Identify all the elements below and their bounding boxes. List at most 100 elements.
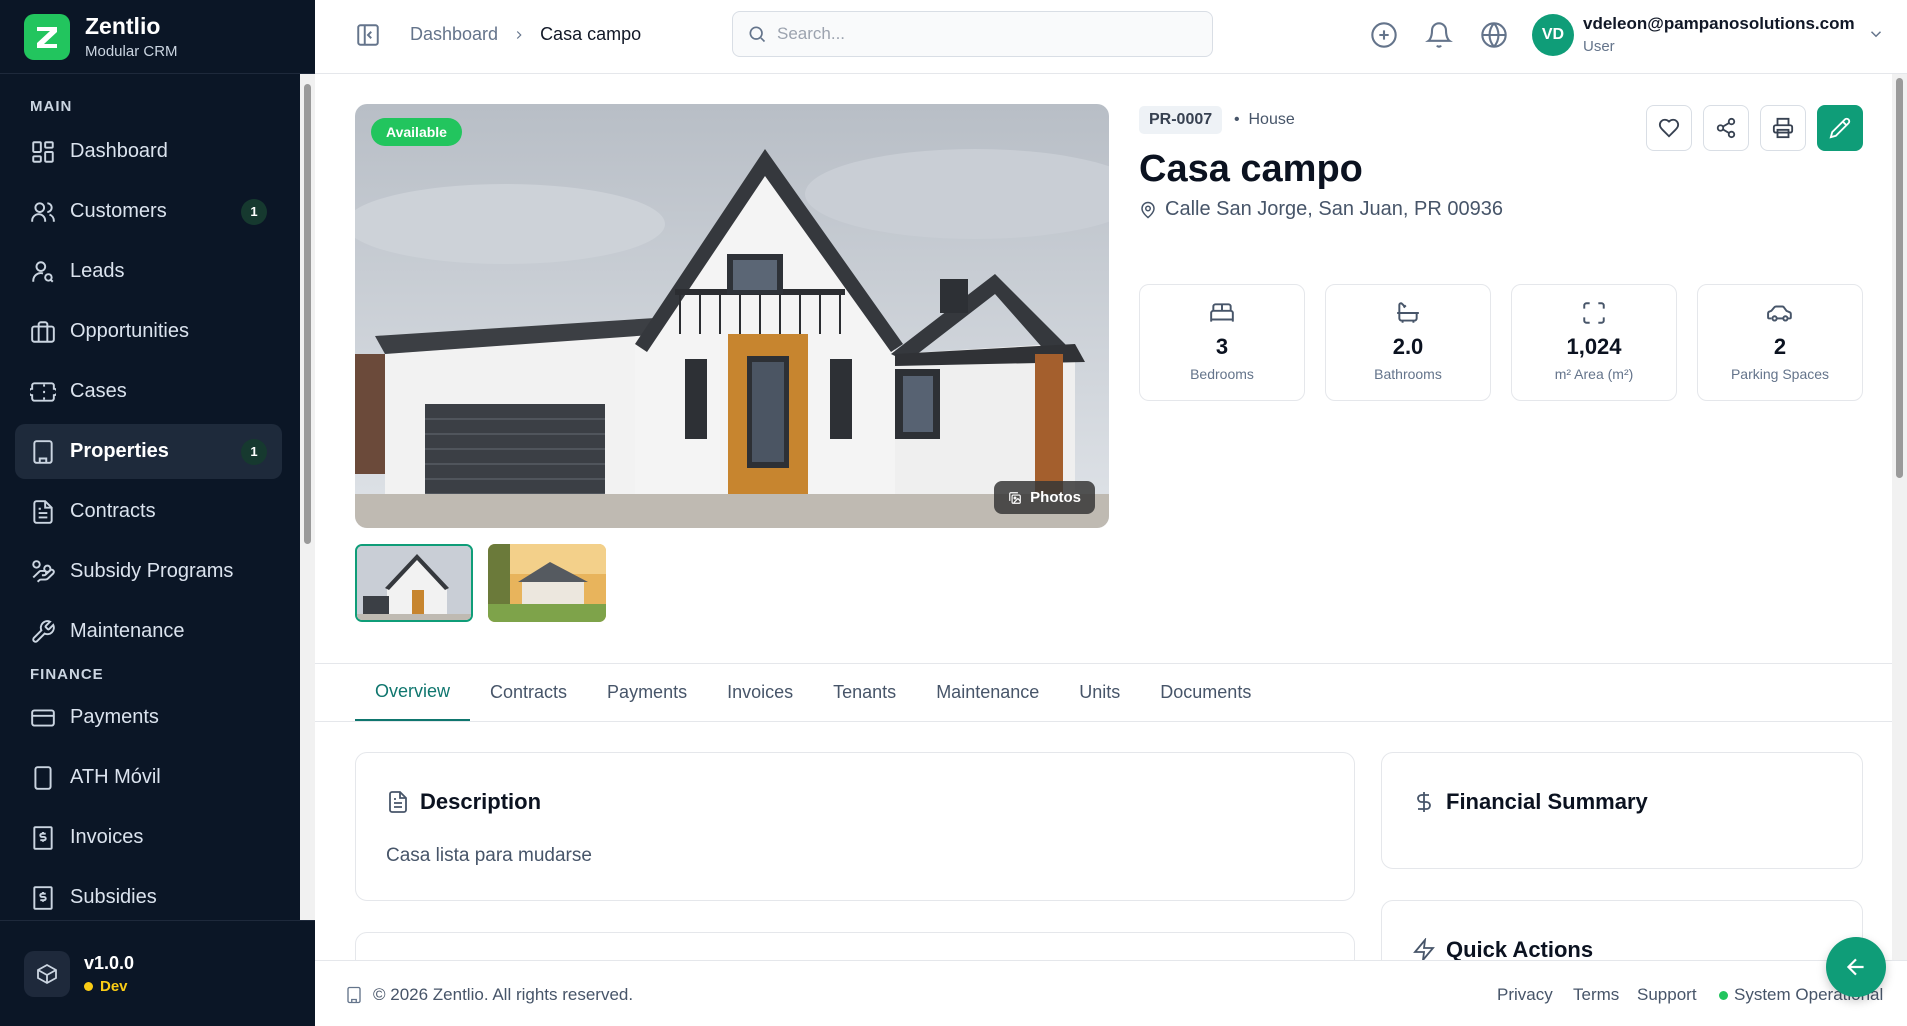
stat-label: m² Area (m²) bbox=[1554, 366, 1634, 382]
sidebar-item-customers[interactable]: Customers 1 bbox=[15, 184, 282, 239]
globe-icon[interactable] bbox=[1480, 21, 1508, 49]
zentlio-logo-icon bbox=[24, 13, 70, 60]
stat-value: 3 bbox=[1215, 334, 1229, 359]
chevron-down-icon[interactable] bbox=[1867, 25, 1885, 43]
property-code: PR-0007 bbox=[1139, 106, 1223, 134]
gallery-thumbnail[interactable] bbox=[355, 544, 473, 622]
tab-contracts[interactable]: Contracts bbox=[470, 663, 587, 721]
ticket-icon bbox=[30, 381, 56, 402]
tab-units[interactable]: Units bbox=[1059, 663, 1140, 721]
search-box[interactable] bbox=[732, 11, 1213, 57]
stat-value: 1,024 bbox=[1566, 334, 1622, 359]
sidebar-item-dashboard[interactable]: Dashboard bbox=[15, 124, 282, 179]
tab-documents[interactable]: Documents bbox=[1140, 663, 1271, 721]
description-text: Casa lista para mudarse bbox=[386, 845, 592, 866]
favorite-button[interactable] bbox=[1646, 105, 1692, 151]
stat-bathrooms: 2.0 Bathrooms bbox=[1325, 284, 1491, 401]
users-icon bbox=[31, 201, 55, 222]
main-scrollbar-thumb[interactable] bbox=[1896, 78, 1903, 478]
sidebar-item-label: Maintenance bbox=[70, 620, 185, 642]
status-dot-icon bbox=[1719, 990, 1728, 1000]
breadcrumb-dashboard-link[interactable]: Dashboard bbox=[410, 24, 498, 45]
share-button[interactable] bbox=[1703, 105, 1749, 151]
sidebar-item-label: Leads bbox=[70, 260, 125, 282]
search-input[interactable] bbox=[777, 24, 1177, 44]
sidebar-item-label: Subsidies bbox=[70, 886, 157, 908]
map-pin-icon bbox=[1141, 201, 1155, 218]
version-env: Dev bbox=[84, 978, 134, 995]
edit-button[interactable] bbox=[1817, 105, 1863, 151]
photos-button[interactable]: Photos bbox=[994, 481, 1095, 514]
privacy-link[interactable]: Privacy bbox=[1497, 985, 1553, 1005]
sidebar-item-payments[interactable]: Payments bbox=[15, 690, 282, 745]
sidebar-item-label: Invoices bbox=[70, 826, 144, 848]
card-title: Financial Summary bbox=[1412, 789, 1648, 815]
tab-maintenance[interactable]: Maintenance bbox=[916, 663, 1059, 721]
main-scrollbar[interactable] bbox=[1892, 74, 1907, 960]
user-email[interactable]: vdeleon@pampanosolutions.com bbox=[1583, 14, 1855, 34]
sidebar-item-maintenance[interactable]: Maintenance bbox=[15, 604, 282, 659]
sidebar-scrollbar[interactable] bbox=[300, 74, 315, 920]
tab-tenants[interactable]: Tenants bbox=[813, 663, 916, 721]
gallery-thumbnail[interactable] bbox=[488, 544, 606, 622]
receipt-icon bbox=[33, 885, 53, 910]
property-type-label: House bbox=[1248, 111, 1295, 128]
back-fab-button[interactable] bbox=[1826, 937, 1886, 997]
version-info: v1.0.0 Dev bbox=[0, 920, 315, 1026]
tab-payments[interactable]: Payments bbox=[587, 663, 707, 721]
wrench-icon bbox=[32, 619, 55, 643]
tab-invoices[interactable]: Invoices bbox=[707, 663, 813, 721]
top-header: Dashboard Casa campo VD vdeleon@pampanos… bbox=[315, 0, 1907, 74]
footer: © 2026 Zentlio. All rights reserved. Pri… bbox=[315, 960, 1907, 1026]
status-badge: Available bbox=[371, 118, 462, 146]
nav-section-finance: FINANCE bbox=[30, 666, 104, 683]
breadcrumb: Dashboard Casa campo bbox=[410, 24, 641, 45]
plus-circle-icon[interactable] bbox=[1370, 21, 1398, 49]
sidebar-scrollbar-thumb[interactable] bbox=[304, 84, 311, 544]
briefcase-icon bbox=[31, 320, 55, 343]
photos-button-label: Photos bbox=[1030, 489, 1081, 506]
sidebar-item-invoices[interactable]: Invoices bbox=[15, 810, 282, 865]
receipt-icon bbox=[33, 825, 53, 850]
sidebar-item-contracts[interactable]: Contracts bbox=[15, 484, 282, 539]
sidebar-item-ath-movil[interactable]: ATH Móvil bbox=[15, 750, 282, 805]
sidebar-item-label: Contracts bbox=[70, 500, 156, 522]
sidebar-item-properties[interactable]: Properties 1 bbox=[15, 424, 282, 479]
property-hero-photo[interactable]: Available Photos bbox=[355, 104, 1109, 528]
brand[interactable]: Zentlio Modular CRM bbox=[0, 0, 315, 74]
quick-actions-card: Quick Actions bbox=[1381, 900, 1863, 960]
credit-card-icon bbox=[31, 708, 55, 727]
sidebar-item-cases[interactable]: Cases bbox=[15, 364, 282, 419]
quick-actions-title: Quick Actions bbox=[1446, 937, 1594, 960]
heart-icon bbox=[1658, 118, 1680, 138]
copyright: © 2026 Zentlio. All rights reserved. bbox=[345, 985, 633, 1005]
stat-label: Bedrooms bbox=[1190, 366, 1254, 382]
printer-icon bbox=[1772, 117, 1794, 139]
stat-parking: 2 Parking Spaces bbox=[1697, 284, 1863, 401]
terms-link[interactable]: Terms bbox=[1573, 985, 1619, 1005]
stat-label: Bathrooms bbox=[1374, 366, 1442, 382]
images-icon bbox=[1009, 491, 1021, 504]
sidebar-item-label: Opportunities bbox=[70, 320, 189, 342]
hand-coins-icon bbox=[32, 559, 55, 582]
sidebar-toggle-icon[interactable] bbox=[355, 22, 381, 48]
building-icon bbox=[33, 439, 53, 464]
next-card bbox=[355, 932, 1355, 960]
print-button[interactable] bbox=[1760, 105, 1806, 151]
sidebar-item-subsidies[interactable]: Subsidies bbox=[15, 870, 282, 920]
sidebar-item-subsidy-programs[interactable]: Subsidy Programs bbox=[15, 544, 282, 599]
sidebar-nav: MAIN Dashboard Customers 1 Leads Opportu… bbox=[0, 74, 300, 920]
support-link[interactable]: Support bbox=[1637, 985, 1697, 1005]
bell-icon[interactable] bbox=[1425, 21, 1453, 49]
sidebar-item-label: Properties bbox=[70, 440, 169, 462]
card-title: Quick Actions bbox=[1412, 937, 1593, 960]
sidebar-item-label: ATH Móvil bbox=[70, 766, 161, 788]
sidebar-item-leads[interactable]: Leads bbox=[15, 244, 282, 299]
nav-section-main: MAIN bbox=[30, 98, 73, 115]
sidebar-item-opportunities[interactable]: Opportunities bbox=[15, 304, 282, 359]
avatar[interactable]: VD bbox=[1532, 14, 1574, 56]
sidebar-item-label: Customers bbox=[70, 200, 167, 222]
tab-overview[interactable]: Overview bbox=[355, 663, 471, 721]
card-title: Description bbox=[386, 789, 541, 815]
description-title: Description bbox=[420, 789, 542, 814]
